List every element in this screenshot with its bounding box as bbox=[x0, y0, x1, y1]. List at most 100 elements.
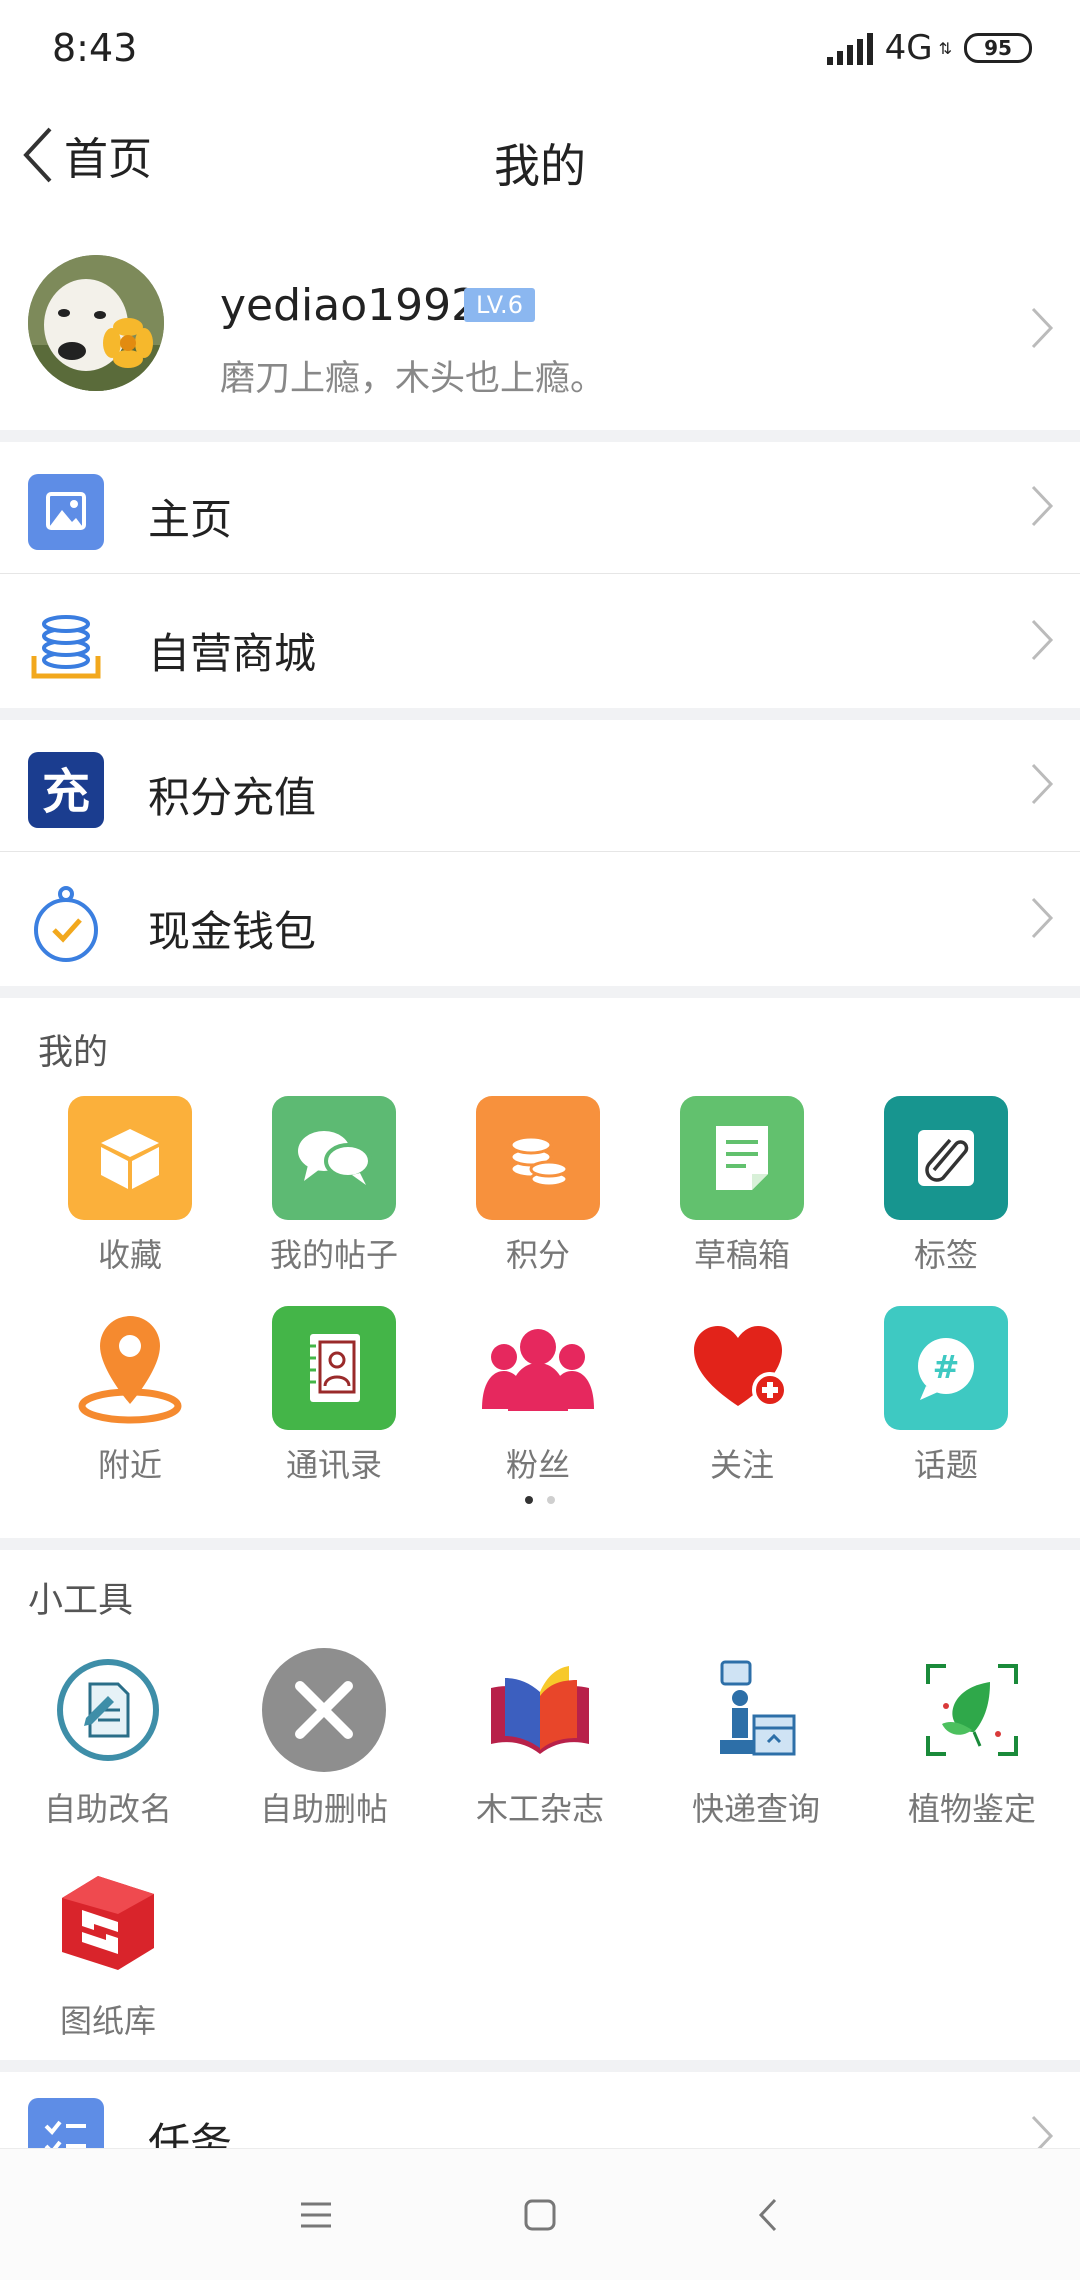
tool-label: 自助改名 bbox=[43, 1790, 172, 1828]
section-title-tools: 小工具 bbox=[28, 1581, 134, 1621]
menu-label: 现金钱包 bbox=[148, 907, 317, 956]
battery-level: 95 bbox=[984, 36, 1012, 60]
grid-item-tags[interactable]: 标签 bbox=[844, 1096, 1048, 1276]
section-divider bbox=[0, 430, 1080, 442]
location-pin-icon bbox=[68, 1306, 192, 1430]
page-indicator bbox=[0, 1496, 1080, 1504]
grid-item-drafts[interactable]: 草稿箱 bbox=[640, 1096, 844, 1276]
tool-drawing-library[interactable]: 图纸库 bbox=[0, 1860, 216, 2042]
delete-post-icon bbox=[262, 1648, 386, 1772]
grid-label: 话题 bbox=[913, 1446, 978, 1484]
grid-label: 关注 bbox=[709, 1446, 774, 1484]
grid-item-nearby[interactable]: 附近 bbox=[28, 1306, 232, 1486]
avatar[interactable] bbox=[28, 255, 164, 391]
grid-item-points[interactable]: 积分 bbox=[436, 1096, 640, 1276]
menu-label: 任务 bbox=[148, 2119, 233, 2148]
menu-row-wallet[interactable]: 现金钱包 bbox=[0, 854, 1080, 986]
grid-item-fans[interactable]: 粉丝 bbox=[436, 1306, 640, 1486]
tool-label: 自助删帖 bbox=[259, 1790, 388, 1828]
status-bar: 8:43 4G ⇅ 95 bbox=[0, 0, 1080, 100]
coins-icon bbox=[476, 1096, 600, 1220]
chat-bubbles-icon bbox=[272, 1096, 396, 1220]
tool-magazine[interactable]: 木工杂志 bbox=[432, 1648, 648, 1830]
paperclip-icon bbox=[884, 1096, 1008, 1220]
tool-label: 植物鉴定 bbox=[907, 1790, 1036, 1828]
grid-label: 我的帖子 bbox=[269, 1236, 398, 1274]
grid-label: 标签 bbox=[913, 1236, 978, 1274]
chevron-right-icon bbox=[1031, 763, 1054, 805]
tool-rename[interactable]: 自助改名 bbox=[0, 1648, 216, 1830]
rename-icon bbox=[46, 1648, 170, 1772]
grid-item-following[interactable]: 关注 bbox=[640, 1306, 844, 1486]
page-dot-active bbox=[525, 1496, 533, 1504]
chevron-right-icon bbox=[1031, 307, 1054, 349]
home-button[interactable] bbox=[514, 2189, 566, 2241]
tool-label: 图纸库 bbox=[59, 2002, 156, 2040]
svg-text:#: # bbox=[933, 1348, 960, 1386]
nav-bar: 首页 我的 bbox=[0, 100, 1080, 210]
delivery-icon bbox=[694, 1648, 818, 1772]
signature: 磨刀上瘾，木头也上瘾。 bbox=[220, 359, 606, 399]
box-icon bbox=[68, 1096, 192, 1220]
section-divider bbox=[0, 708, 1080, 720]
magazine-book-icon bbox=[478, 1648, 602, 1772]
menu-row-recharge[interactable]: 充 积分充值 bbox=[0, 720, 1080, 852]
square-icon bbox=[524, 2199, 556, 2231]
chevron-right-icon bbox=[1031, 619, 1054, 661]
grid-item-topics[interactable]: # 话题 bbox=[844, 1306, 1048, 1486]
hamburger-icon bbox=[301, 2202, 331, 2228]
document-icon bbox=[680, 1096, 804, 1220]
chevron-right-icon bbox=[1031, 897, 1054, 939]
battery-icon: 95 bbox=[964, 33, 1032, 63]
tool-delivery[interactable]: 快递查询 bbox=[648, 1648, 864, 1830]
page-dot bbox=[547, 1496, 555, 1504]
system-nav-bar bbox=[0, 2148, 1080, 2280]
status-indicators: 4G ⇅ 95 bbox=[826, 28, 1032, 68]
menu-label: 主页 bbox=[148, 495, 233, 544]
grid-item-contacts[interactable]: 通讯录 bbox=[232, 1306, 436, 1486]
menu-button[interactable] bbox=[290, 2189, 342, 2241]
grid-label: 通讯录 bbox=[285, 1446, 382, 1484]
task-list-icon bbox=[28, 2098, 104, 2148]
heart-plus-icon bbox=[680, 1306, 804, 1430]
page-title: 我的 bbox=[494, 139, 586, 193]
contacts-book-icon bbox=[272, 1306, 396, 1430]
menu-row-tasks[interactable]: 任务 bbox=[0, 2072, 1080, 2148]
system-back-button[interactable] bbox=[742, 2189, 794, 2241]
tool-delete-post[interactable]: 自助删帖 bbox=[216, 1648, 432, 1830]
menu-label: 自营商城 bbox=[148, 629, 317, 678]
menu-row-store[interactable]: 自营商城 bbox=[0, 576, 1080, 708]
tool-label: 木工杂志 bbox=[475, 1790, 604, 1828]
signal-icon bbox=[826, 31, 873, 65]
grid-item-favorites[interactable]: 收藏 bbox=[28, 1096, 232, 1276]
grid-label: 粉丝 bbox=[505, 1446, 570, 1484]
username: yediao1992 bbox=[220, 280, 480, 331]
section-divider bbox=[0, 1538, 1080, 1550]
plant-scan-icon bbox=[910, 1648, 1034, 1772]
status-time: 8:43 bbox=[52, 26, 138, 70]
grid-label: 收藏 bbox=[97, 1236, 162, 1274]
chevron-right-icon bbox=[1031, 2115, 1054, 2148]
svg-text:充: 充 bbox=[42, 764, 90, 820]
section-divider bbox=[0, 2060, 1080, 2072]
grid-item-my-posts[interactable]: 我的帖子 bbox=[232, 1096, 436, 1276]
network-type: 4G bbox=[884, 28, 933, 68]
chevron-left-icon bbox=[758, 2198, 777, 2232]
hashtag-bubble-icon: # bbox=[884, 1306, 1008, 1430]
grid-label: 附近 bbox=[97, 1446, 162, 1484]
section-divider bbox=[0, 986, 1080, 998]
menu-row-homepage[interactable]: 主页 bbox=[0, 442, 1080, 574]
image-icon bbox=[28, 474, 104, 550]
chevron-right-icon bbox=[1031, 485, 1054, 527]
tool-label: 快递查询 bbox=[691, 1790, 820, 1828]
grid-label: 草稿箱 bbox=[693, 1236, 790, 1274]
tool-plant-id[interactable]: 植物鉴定 bbox=[864, 1648, 1080, 1830]
section-title-mine: 我的 bbox=[38, 1033, 109, 1073]
coin-stack-icon bbox=[28, 608, 104, 684]
level-badge: LV.6 bbox=[464, 288, 535, 322]
sketchup-icon bbox=[46, 1860, 170, 1984]
profile-card[interactable]: yediao1992 LV.6 磨刀上瘾，木头也上瘾。 bbox=[0, 230, 1080, 430]
data-arrows-icon: ⇅ bbox=[938, 38, 952, 58]
recharge-icon: 充 bbox=[28, 752, 104, 828]
avatar-image bbox=[28, 255, 164, 391]
